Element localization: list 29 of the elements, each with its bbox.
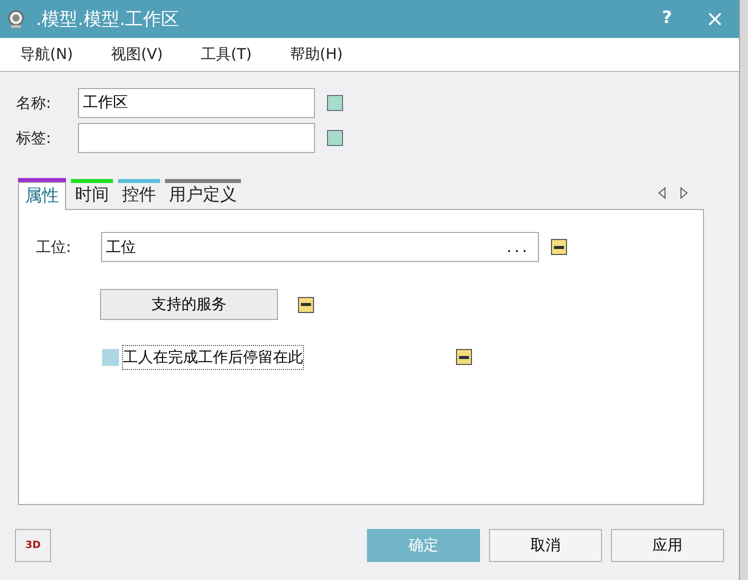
text-field[interactable]: 工作区 bbox=[78, 88, 315, 118]
view-3d-button[interactable]: 3D bbox=[15, 529, 51, 562]
tab[interactable]: 属性 bbox=[18, 182, 66, 210]
tab[interactable]: 时间 bbox=[71, 183, 113, 209]
menu-item[interactable]: 帮助(H) bbox=[290, 43, 353, 66]
tab[interactable]: 控件 bbox=[118, 183, 160, 209]
scroll-left-icon[interactable] bbox=[657, 187, 667, 199]
window-title: .模型.模型.工作区 bbox=[36, 8, 180, 32]
field-label: 名称: bbox=[16, 92, 52, 114]
checkbox-label[interactable]: 工人在完成工作后停留在此 bbox=[122, 345, 304, 370]
tab[interactable]: 用户定义 bbox=[165, 183, 241, 209]
menu-item[interactable]: 视图(V) bbox=[110, 43, 173, 66]
field-label: 标签: bbox=[16, 128, 52, 149]
status-square-icon[interactable] bbox=[327, 130, 343, 146]
menu-item[interactable]: 导航(N) bbox=[20, 43, 83, 66]
status-square-icon[interactable] bbox=[327, 95, 343, 111]
checkbox[interactable] bbox=[102, 348, 119, 366]
scroll-right-icon[interactable] bbox=[679, 187, 689, 199]
collapse-icon[interactable] bbox=[456, 349, 472, 366]
cancel-button[interactable]: 取消 bbox=[489, 529, 602, 562]
services-button[interactable]: 支持的服务 bbox=[100, 289, 278, 320]
collapse-icon[interactable] bbox=[298, 296, 314, 312]
collapse-icon[interactable] bbox=[551, 239, 567, 255]
apply-button[interactable]: 应用 bbox=[611, 529, 724, 562]
menu-item[interactable]: 工具(T) bbox=[200, 43, 262, 66]
text-field[interactable] bbox=[78, 123, 315, 153]
field-label: 工位: bbox=[36, 236, 72, 258]
app-icon bbox=[6, 9, 26, 29]
station-field[interactable]: 工位 ... bbox=[101, 232, 539, 262]
